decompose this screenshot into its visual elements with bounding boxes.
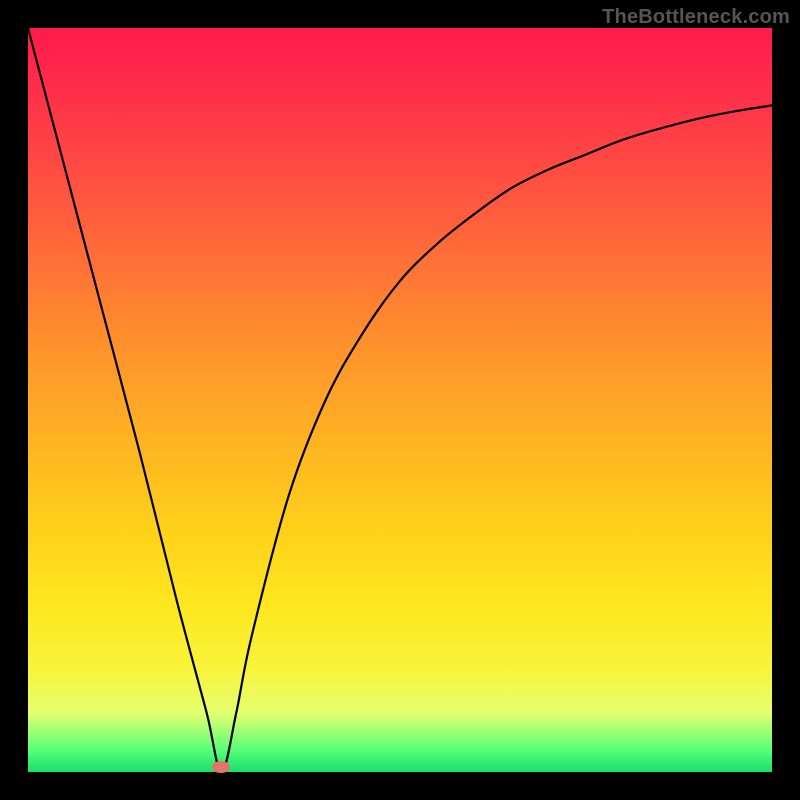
curve-path [28, 28, 772, 772]
branding-watermark: TheBottleneck.com [602, 6, 790, 29]
chart-container: TheBottleneck.com [0, 0, 800, 800]
plot-area [28, 28, 772, 772]
bottleneck-curve [28, 28, 772, 772]
minimum-marker [212, 761, 230, 773]
